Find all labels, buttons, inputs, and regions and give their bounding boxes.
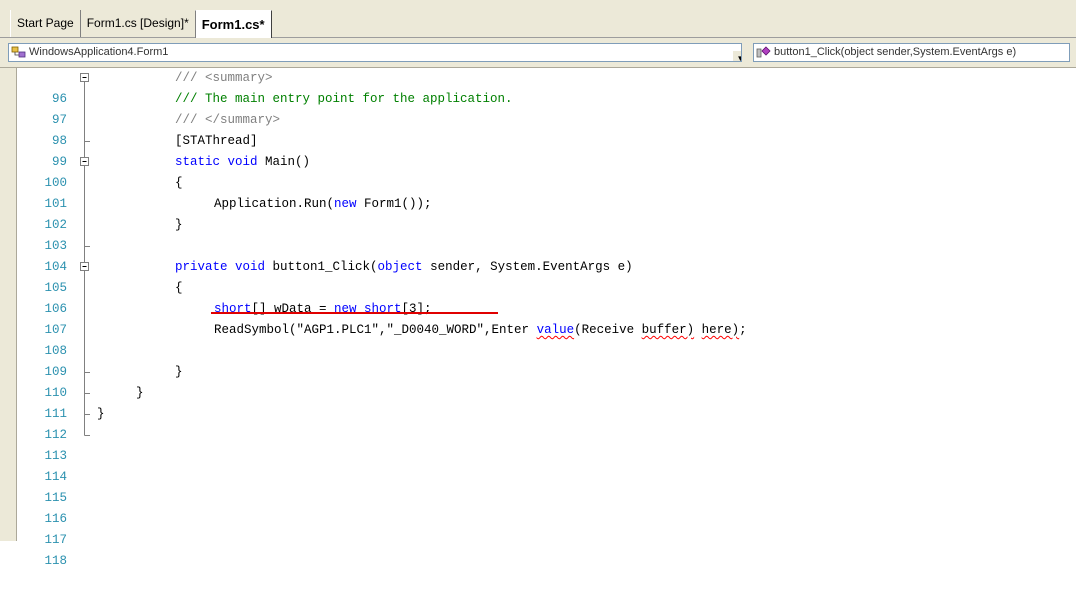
code-line: 100 static void Main() — [0, 152, 1076, 190]
code-text: } — [97, 407, 105, 421]
collapse-icon[interactable] — [79, 257, 91, 278]
code-text: static void Main() — [175, 155, 311, 169]
outline-bar — [84, 278, 85, 299]
outline-tick — [84, 236, 90, 257]
chevron-down-icon[interactable]: ▼ — [732, 50, 741, 61]
document-tab-strip: Start Page Form1.cs [Design]* Form1.cs* — [0, 0, 1076, 38]
code-line: 96 /// <summary> — [0, 68, 1076, 106]
collapse-icon[interactable] — [79, 152, 91, 173]
code-line: 98 /// </summary> — [0, 110, 1076, 148]
members-dropdown-value: button1_Click(object sender,System.Event… — [774, 46, 1017, 58]
code-line: 101 { — [0, 173, 1076, 211]
code-line: 117 — [0, 509, 1076, 547]
code-text: private void button1_Click(object sender… — [175, 260, 633, 274]
code-text: { — [175, 176, 183, 190]
outline-bar — [84, 341, 85, 362]
code-line: 104 — [0, 236, 1076, 274]
error-squiggle: buffer) — [641, 323, 695, 337]
code-line: 99 [STAThread] — [0, 131, 1076, 169]
code-text: ReadSymbol("AGP1.PLC1","_D0040_WORD",Ent… — [214, 323, 747, 337]
code-text: /// <summary> — [175, 71, 273, 85]
code-text: } — [175, 218, 183, 232]
code-line: 102 Application.Run(new Form1()); — [0, 194, 1076, 232]
code-editor[interactable]: 96 /// <summary> 97 /// The main entry p… — [0, 68, 1076, 568]
collapse-icon[interactable] — [79, 68, 91, 89]
code-text: } — [175, 365, 183, 379]
tab-form1-cs[interactable]: Form1.cs* — [194, 10, 272, 38]
highlight-underline — [211, 312, 498, 314]
code-line: 114 — [0, 446, 1076, 484]
outline-tick — [84, 362, 90, 383]
code-text: } — [136, 386, 144, 400]
outline-bar — [84, 89, 85, 110]
code-text: Application.Run(new Form1()); — [214, 197, 432, 211]
outline-bar — [84, 320, 85, 341]
outline-tick — [84, 404, 90, 425]
types-dropdown-value: WindowsApplication4.Form1 — [29, 46, 169, 58]
method-icon — [756, 46, 771, 58]
code-text: [STAThread] — [175, 134, 258, 148]
outline-bar — [84, 110, 85, 131]
code-line: 110 } — [0, 362, 1076, 400]
code-line: 105 private void button1_Click(object se… — [0, 257, 1076, 295]
code-line: 106 { — [0, 278, 1076, 316]
code-text: short[] wData = new short[3]; — [214, 302, 432, 316]
outline-bar — [84, 194, 85, 215]
error-squiggle: here) — [701, 323, 740, 337]
code-line: 112 } — [0, 404, 1076, 442]
outline-bar — [84, 215, 85, 236]
outline-tick — [84, 131, 90, 152]
code-text: /// The main entry point for the applica… — [175, 92, 513, 106]
document-tabs: Start Page Form1.cs [Design]* Form1.cs* — [10, 10, 272, 38]
code-text: /// </summary> — [175, 113, 281, 127]
code-line: 113 — [0, 425, 1076, 463]
code-line: 115 — [0, 467, 1076, 505]
outline-bar — [84, 299, 85, 320]
error-squiggle: value — [536, 323, 575, 337]
outline-bar — [84, 173, 85, 194]
members-dropdown[interactable]: button1_Click(object sender,System.Event… — [753, 43, 1070, 62]
code-line: 107 short[] wData = new short[3]; — [0, 299, 1076, 337]
outline-tick — [84, 383, 90, 404]
code-line: 116 — [0, 488, 1076, 526]
navigation-bar: WindowsApplication4.Form1 ▼ button1_Clic… — [0, 38, 1076, 68]
tab-start-page[interactable]: Start Page — [10, 10, 80, 37]
code-line: 97 /// The main entry point for the appl… — [0, 89, 1076, 127]
types-dropdown[interactable]: WindowsApplication4.Form1 ▼ — [8, 43, 742, 62]
class-icon — [11, 46, 26, 58]
tab-form1-design[interactable]: Form1.cs [Design]* — [79, 10, 195, 37]
code-line: 108 ReadSymbol("AGP1.PLC1","_D0040_WORD"… — [0, 320, 1076, 358]
code-line: 111 } — [0, 383, 1076, 421]
line-number: 118 — [44, 554, 67, 568]
outline-end — [84, 425, 90, 436]
code-line: 109 — [0, 341, 1076, 379]
code-line: 103 } — [0, 215, 1076, 253]
code-text: { — [175, 281, 183, 295]
